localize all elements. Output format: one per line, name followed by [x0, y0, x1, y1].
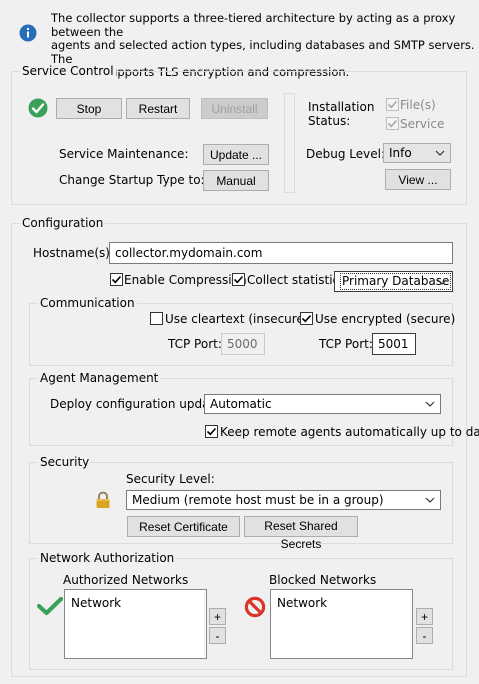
blocked-networks-label: Blocked Networks: [269, 573, 377, 587]
blocked-networks-column-header: Network: [277, 596, 328, 610]
authorized-networks-scrollbar[interactable]: [204, 590, 206, 658]
service-maintenance-label: Service Maintenance:: [59, 147, 189, 161]
debug-level-label: Debug Level:: [306, 147, 385, 161]
agent-management-title: Agent Management: [38, 371, 161, 385]
checkmark-icon: [36, 596, 64, 616]
cleartext-checkbox[interactable]: [150, 312, 163, 325]
add-authorized-network-button[interactable]: +: [209, 608, 226, 625]
remove-blocked-network-button[interactable]: -: [416, 627, 433, 644]
stop-button[interactable]: Stop: [56, 98, 122, 119]
debug-level-value: Info: [389, 146, 412, 160]
block-icon: [244, 596, 266, 618]
security-level-select[interactable]: Medium (remote host must be in a group): [126, 490, 441, 510]
info-icon: [19, 24, 37, 42]
chevron-down-icon: [433, 144, 447, 162]
chevron-down-icon: [423, 491, 437, 509]
enable-compression-checkbox[interactable]: [110, 273, 123, 286]
info-line-1: The collector supports a three-tiered ar…: [51, 11, 456, 39]
network-authorization-title: Network Authorization: [38, 551, 177, 565]
deploy-config-select[interactable]: Automatic: [204, 394, 441, 414]
service-label: Service: [400, 117, 445, 131]
installation-status-label: Installation Status:: [308, 100, 374, 128]
info-line-2: agents and selected action types, includ…: [51, 38, 475, 66]
authorized-networks-column-header: Network: [71, 596, 122, 610]
configuration-title: Configuration: [20, 216, 106, 230]
security-level-label: Security Level:: [126, 472, 215, 486]
cleartext-port-input[interactable]: 5000: [221, 333, 265, 355]
communication-title: Communication: [38, 296, 137, 310]
update-button[interactable]: Update ...: [203, 144, 269, 165]
view-button[interactable]: View ...: [385, 169, 451, 190]
installation-status-line-1: Installation: [308, 100, 375, 114]
blocked-networks-list[interactable]: Network: [270, 589, 413, 659]
cleartext-port-label: TCP Port:: [168, 337, 222, 351]
chevron-down-icon: [435, 272, 449, 291]
hostname-input[interactable]: collector.mydomain.com: [109, 242, 453, 264]
check-circle-icon: [28, 98, 48, 118]
security-level-value: Medium (remote host must be in a group): [132, 493, 384, 507]
reset-shared-secrets-button[interactable]: Reset Shared Secrets: [244, 516, 358, 551]
installation-status-line-2: Status:: [308, 114, 351, 128]
files-checkbox[interactable]: [386, 98, 399, 111]
statistics-target-select[interactable]: Primary Database: [334, 271, 453, 292]
encrypted-label: Use encrypted (secure): [315, 312, 456, 326]
startup-type-label: Change Startup Type to:: [59, 173, 205, 187]
hostname-label: Hostname(s):: [33, 246, 115, 260]
cleartext-label: Use cleartext (insecure): [165, 312, 309, 326]
add-blocked-network-button[interactable]: +: [416, 608, 433, 625]
security-title: Security: [38, 455, 92, 469]
uninstall-button[interactable]: Uninstall: [201, 98, 268, 119]
chevron-down-icon: [423, 395, 437, 413]
debug-level-select[interactable]: Info: [383, 143, 451, 163]
deploy-config-value: Automatic: [210, 397, 272, 411]
manual-button[interactable]: Manual: [203, 170, 269, 191]
files-label: File(s): [400, 98, 436, 112]
service-control-title: Service Control: [20, 64, 116, 78]
keep-uptodate-checkbox[interactable]: [205, 425, 218, 438]
service-separator: [284, 93, 295, 193]
authorized-networks-label: Authorized Networks: [63, 573, 189, 587]
encrypted-port-label: TCP Port:: [319, 337, 373, 351]
reset-certificate-button[interactable]: Reset Certificate: [127, 516, 240, 537]
service-checkbox[interactable]: [386, 117, 399, 130]
keep-uptodate-label: Keep remote agents automatically up to d…: [220, 425, 479, 439]
remove-authorized-network-button[interactable]: -: [209, 627, 226, 644]
restart-button[interactable]: Restart: [126, 98, 190, 119]
authorized-networks-list[interactable]: Network: [64, 589, 207, 659]
collect-statistics-checkbox[interactable]: [232, 273, 245, 286]
encrypted-port-input[interactable]: 5001: [372, 333, 416, 355]
enable-compression-label: Enable Compression: [124, 273, 247, 287]
encrypted-checkbox[interactable]: [300, 312, 313, 325]
lock-icon: [95, 491, 111, 509]
